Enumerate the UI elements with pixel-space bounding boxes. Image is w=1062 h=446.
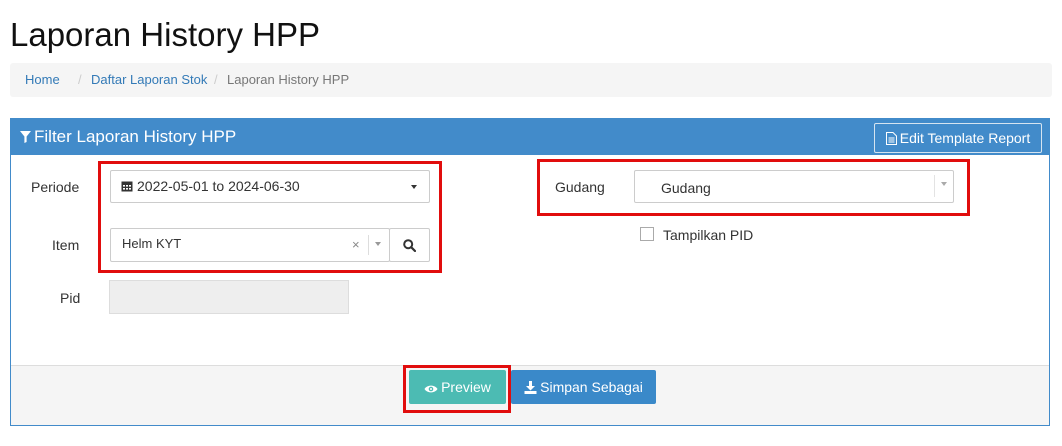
file-text-icon bbox=[885, 132, 897, 145]
filter-icon bbox=[20, 131, 31, 143]
periode-label: Periode bbox=[31, 179, 80, 195]
edit-template-report-button[interactable]: Edit Template Report bbox=[874, 123, 1042, 153]
highlight-box-gudang bbox=[537, 159, 970, 216]
edit-template-report-label: Edit Template Report bbox=[899, 130, 1031, 146]
panel-title: Filter Laporan History HPP bbox=[20, 119, 236, 155]
download-icon bbox=[524, 381, 537, 394]
breadcrumb-daftar-laporan-stok-link[interactable]: Daftar Laporan Stok bbox=[91, 72, 207, 87]
panel-footer: Preview Simpan Sebagai bbox=[11, 365, 1049, 425]
panel-title-text: Filter Laporan History HPP bbox=[34, 127, 237, 146]
tampilkan-pid-checkbox[interactable] bbox=[640, 227, 654, 241]
breadcrumb-separator: / bbox=[214, 72, 218, 87]
pid-input[interactable] bbox=[109, 280, 349, 314]
breadcrumb-current: Laporan History HPP bbox=[227, 72, 350, 87]
page-title: Laporan History HPP bbox=[10, 16, 320, 53]
item-label: Item bbox=[52, 237, 80, 253]
highlight-box-periode-item bbox=[98, 161, 442, 273]
tampilkan-pid-label[interactable]: Tampilkan PID bbox=[663, 227, 753, 243]
panel-heading: Filter Laporan History HPP Edit Template… bbox=[11, 119, 1049, 155]
pid-label: Pid bbox=[60, 290, 81, 306]
simpan-sebagai-label: Simpan Sebagai bbox=[540, 379, 643, 395]
breadcrumb: Home / Daftar Laporan Stok / Laporan His… bbox=[10, 63, 1052, 97]
breadcrumb-separator: / bbox=[78, 72, 82, 87]
highlight-box-preview bbox=[403, 365, 511, 413]
breadcrumb-home-link[interactable]: Home bbox=[25, 72, 60, 87]
simpan-sebagai-button[interactable]: Simpan Sebagai bbox=[511, 370, 656, 404]
